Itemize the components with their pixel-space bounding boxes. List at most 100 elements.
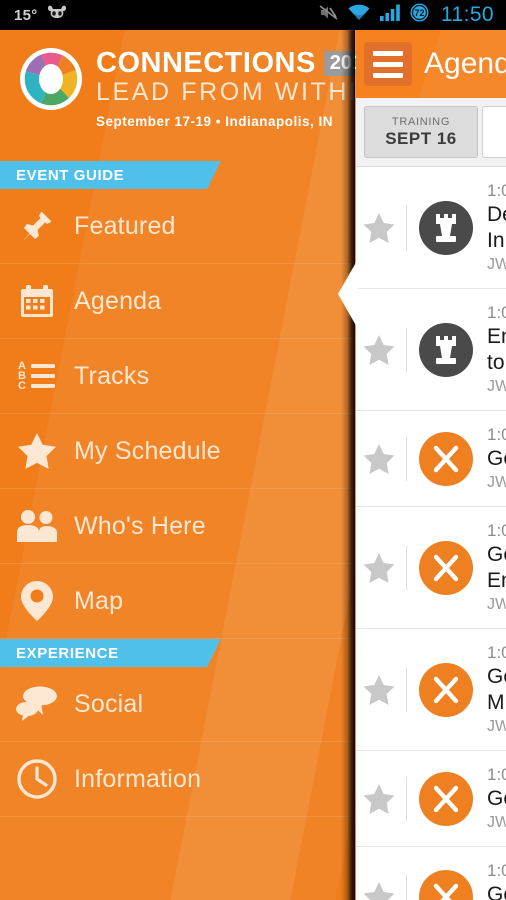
drawer-section-label: EVENT GUIDE [16,166,125,184]
sound-muted-icon [319,4,338,26]
agenda-row[interactable]: 1:0GeSc [352,847,506,900]
date-tab-bar[interactable]: TRAINING SEPT 16 [352,98,506,167]
sidebar-item-my-schedule[interactable]: My Schedule [0,414,356,489]
rook-tower-icon [419,200,473,255]
row-divider [406,436,407,481]
temperature-label: 15° [14,6,38,24]
phone-screen: 15° 72 11:50 Agend TRAINING SEPT 16 1:0 … [0,0,506,900]
agenda-row-text: 1:0 Ge JW [487,423,506,494]
session-title-line-2: En [487,569,506,592]
favorite-star-icon[interactable] [352,442,406,476]
brand-tagline: LEAD FROM WITHIN [96,78,356,106]
speech-bubbles-icon [0,685,74,723]
agenda-row[interactable]: 1:0 Ge En JW [352,507,506,629]
sidebar-item-label: Agenda [74,286,162,315]
x-mark-icon [419,869,473,900]
sidebar-item-label: Social [74,689,144,718]
row-divider [406,545,407,590]
session-time: 1:0 [487,521,506,540]
session-title-line-2: to [487,351,505,374]
status-bar: 15° 72 11:50 [0,0,506,30]
brand-text: CONNECTIONS 2013 LEAD FROM WITHIN Septem… [96,48,356,129]
active-item-pointer [334,259,358,329]
favorite-star-icon[interactable] [352,211,406,245]
favorite-star-icon[interactable] [352,880,406,900]
abc-list-icon: ABC [0,356,74,396]
agenda-panel: Agenda TRAINING SEPT 16 1:0 De In JW 1:0 En to… [352,30,506,900]
battery-icon: 72 [410,3,429,27]
drawer-section-label: EXPERIENCE [16,644,119,662]
sidebar-item-information[interactable]: Information [0,742,356,817]
cellular-signal-icon [380,4,401,26]
clock-icon [0,758,74,800]
status-bar-left: 15° [0,5,68,26]
agenda-row[interactable]: 1:0 Ge JW [352,751,506,847]
sidebar-item-label: Who's Here [74,511,206,540]
action-bar: Agenda [352,30,506,98]
session-title-line-2: In [487,229,505,252]
session-time: 1:0 [487,303,506,322]
navigation-drawer[interactable]: CONNECTIONS 2013 LEAD FROM WITHIN Septem… [0,30,356,900]
favorite-star-icon[interactable] [352,551,406,585]
session-location: JW [487,378,506,395]
sidebar-item-map[interactable]: Map [0,564,356,639]
sidebar-item-featured[interactable]: Featured [0,189,356,264]
row-divider [406,667,407,712]
agenda-row-text: 1:0 Ge En JW [487,519,506,616]
favorite-star-icon[interactable] [352,333,406,367]
sidebar-item-who-s-here[interactable]: Who's Here [0,489,356,564]
pushpin-icon [0,206,74,246]
svg-text:72: 72 [414,8,424,18]
session-location: JW [487,814,506,831]
agenda-row[interactable]: 1:0 Ge JW [352,411,506,507]
drawer-menu[interactable]: EVENT GUIDE Featured Agenda A B C Tracks My Sch… [0,161,356,817]
session-title: En [487,325,506,348]
tab-next[interactable] [482,106,506,158]
sidebar-item-tracks[interactable]: A B C Tracks [0,339,356,414]
sidebar-item-label: Tracks [74,361,150,390]
sidebar-item-agenda[interactable]: Agenda [0,264,356,339]
agenda-row-text: 1:0 De In JW [487,179,506,276]
tab-sublabel: TRAINING [391,116,451,128]
session-title: Ge [487,787,506,810]
cyanogenmod-skull-icon [46,5,68,26]
svg-text:C: C [18,380,26,392]
row-divider [406,874,407,900]
session-title: Ge [487,543,506,566]
favorite-star-icon[interactable] [352,673,406,707]
hamburger-menu-icon[interactable] [364,42,412,86]
sidebar-item-social[interactable]: Social [0,667,356,742]
hamburger-bar [373,72,403,78]
people-icon [0,508,74,544]
hamburger-bar [373,61,403,67]
agenda-row[interactable]: 1:0 Ge M JW [352,629,506,751]
session-title-line-2: M [487,691,505,714]
x-mark-icon [419,771,473,826]
drawer-section-header: EVENT GUIDE [0,161,200,189]
row-divider [406,327,407,372]
brand-line-1: CONNECTIONS 2013 [96,48,356,78]
drawer-edge-shadow [341,30,355,900]
tab-label: SEPT 16 [385,129,457,148]
sidebar-item-label: Featured [74,211,176,240]
favorite-star-icon[interactable] [352,782,406,816]
brand-name: CONNECTIONS [96,47,316,79]
agenda-row[interactable]: 1:0 De In JW [352,167,506,289]
sidebar-item-label: My Schedule [74,436,221,465]
agenda-row[interactable]: 1:0 En to JW [352,289,506,411]
drawer-section-header: EXPERIENCE [0,639,200,667]
clock-label: 11:50 [441,3,494,26]
session-title: Ge [487,665,506,688]
row-divider [406,776,407,821]
session-location: JW [487,718,506,735]
agenda-row-text: 1:0 Ge M JW [487,641,506,738]
session-time: 1:0 [487,765,506,784]
event-branding: CONNECTIONS 2013 LEAD FROM WITHIN Septem… [0,30,356,161]
sidebar-item-label: Map [74,586,124,615]
session-title: De [487,203,506,226]
tab-training-sept-16[interactable]: TRAINING SEPT 16 [364,106,478,158]
row-divider [406,205,407,250]
agenda-list[interactable]: 1:0 De In JW 1:0 En to JW 1:0 Ge JW 1:0 Ge En JW 1:0 Ge M… [352,167,506,900]
session-time: 1:0 [487,181,506,200]
session-time: 1:0 [487,861,506,880]
